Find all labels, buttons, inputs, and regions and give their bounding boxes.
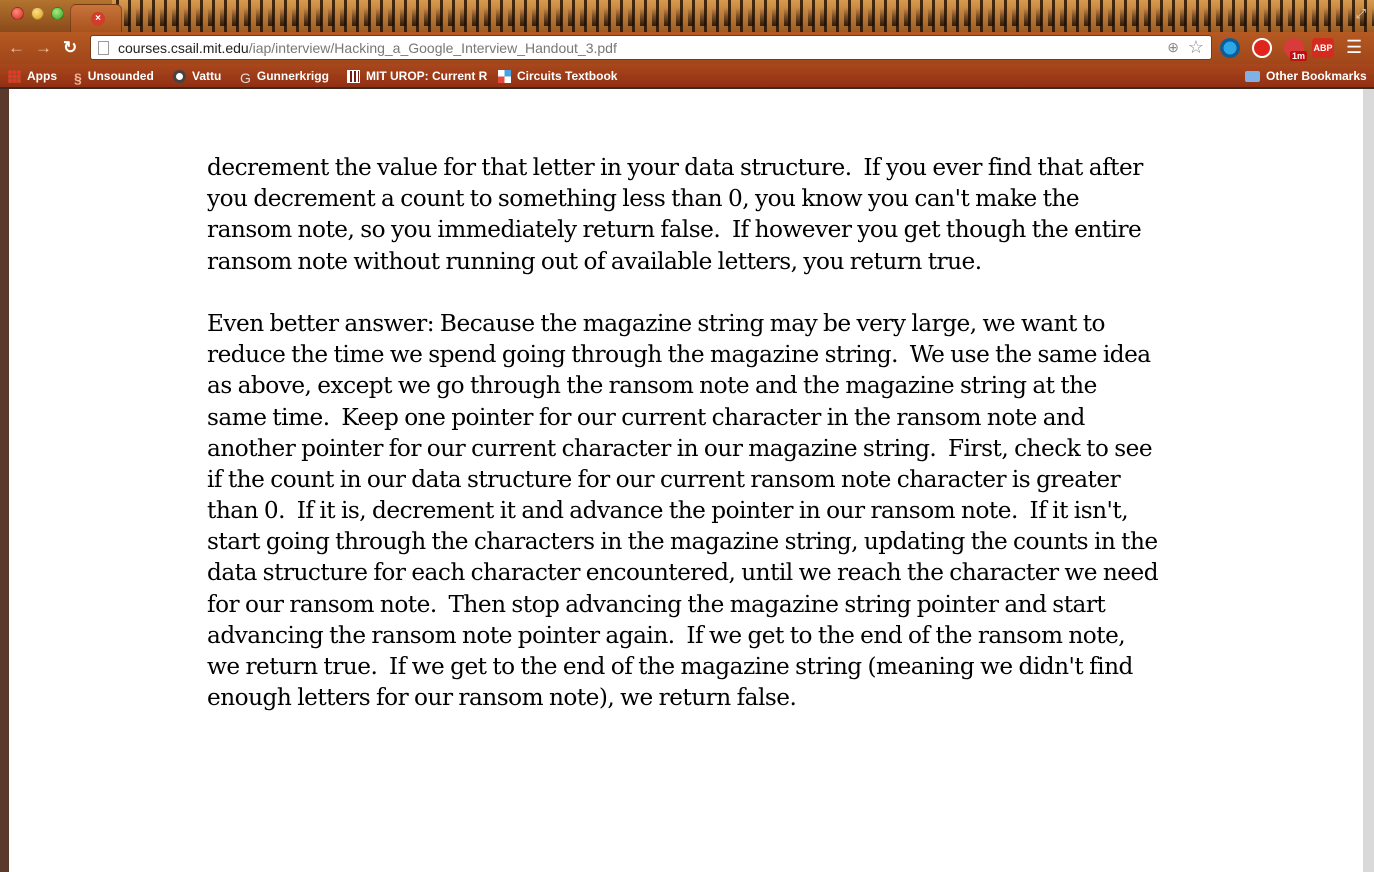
- gunnerkrigg-icon: G: [240, 69, 251, 86]
- text-line: reduce the time we spend going through t…: [207, 341, 1151, 369]
- text-line: if the count in our data structure for o…: [207, 465, 1121, 493]
- window-close-button[interactable]: [11, 7, 24, 20]
- back-arrow-icon[interactable]: ←: [8, 39, 25, 57]
- bookmark-mit-urop[interactable]: MIT UROP: Current R: [347, 68, 487, 84]
- bookmark-unsounded[interactable]: § Unsounded: [74, 68, 154, 86]
- fullscreen-icon[interactable]: ⤢: [1356, 6, 1366, 22]
- paragraph-1: decrement the value for that letter in y…: [207, 152, 1187, 277]
- text-line: than 0. If it is, decrement it and advan…: [207, 497, 1129, 525]
- bookmark-label: Circuits Textbook: [517, 69, 618, 83]
- title-bar: × ⤢: [0, 0, 1374, 32]
- other-bookmarks-label: Other Bookmarks: [1266, 69, 1367, 83]
- mit-icon: [347, 69, 360, 83]
- bookmark-label: Gunnerkrigg: [256, 69, 329, 83]
- text-line: advancing the ransom note pointer again.…: [207, 621, 1126, 649]
- bookmark-vattu[interactable]: Vattu: [173, 68, 221, 84]
- bookmark-label: Vattu: [192, 69, 222, 83]
- text-line: decrement the value for that letter in y…: [207, 154, 1143, 181]
- bookmark-star-icon[interactable]: ☆: [1188, 37, 1204, 58]
- text-line: Even better answer: Because the magazine…: [207, 309, 1106, 337]
- reload-icon[interactable]: ↻: [63, 39, 77, 57]
- browser-tab[interactable]: ×: [70, 4, 122, 32]
- adblock-plus-icon[interactable]: ABP: [1312, 38, 1334, 58]
- text-line: ransom note, so you immediately return f…: [207, 216, 1142, 244]
- url-host: courses.csail.mit.edu: [118, 40, 249, 56]
- extension-blue-icon[interactable]: [1220, 38, 1240, 58]
- paragraph-2: Even better answer: Because the magazine…: [207, 308, 1187, 713]
- document-body: decrement the value for that letter in y…: [207, 152, 1187, 713]
- text-line: as above, except we go through the ranso…: [207, 372, 1097, 400]
- window-minimize-button[interactable]: [31, 7, 44, 20]
- bookmarks-bar: Apps § Unsounded Vattu G Gunnerkrigg MIT…: [0, 64, 1374, 88]
- text-line: same time. Keep one pointer for our curr…: [207, 403, 1085, 431]
- bookmark-label: Unsounded: [87, 69, 154, 83]
- page-icon: [98, 41, 109, 55]
- url-path: /iap/interview/Hacking_a_Google_Intervie…: [248, 40, 617, 56]
- chrome-menu-icon[interactable]: ☰: [1346, 38, 1362, 56]
- bookmark-apps[interactable]: Apps: [8, 68, 57, 84]
- text-line: start going through the characters in th…: [207, 528, 1158, 556]
- apps-grid-icon: [8, 69, 21, 83]
- zoom-icon[interactable]: ⊕: [1167, 39, 1179, 56]
- text-line: another pointer for our current characte…: [207, 434, 1153, 462]
- text-line: ransom note without running out of avail…: [207, 247, 982, 275]
- text-line: enough letters for our ransom note), we …: [207, 684, 797, 712]
- extension-hand-icon[interactable]: [1252, 38, 1272, 58]
- address-bar[interactable]: courses.csail.mit.edu/iap/interview/Hack…: [90, 35, 1212, 60]
- url-text[interactable]: courses.csail.mit.edu/iap/interview/Hack…: [118, 40, 617, 56]
- window-maximize-button[interactable]: [51, 7, 64, 20]
- folder-icon: [1245, 70, 1260, 82]
- vertical-scrollbar[interactable]: [1363, 89, 1374, 872]
- text-line: you decrement a count to something less …: [207, 185, 1080, 213]
- other-bookmarks-folder[interactable]: Other Bookmarks: [1245, 68, 1367, 84]
- bookmark-label: Apps: [27, 69, 57, 83]
- forward-arrow-icon[interactable]: →: [35, 39, 52, 57]
- text-line: we return true. If we get to the end of …: [207, 653, 1133, 680]
- theme-background: [112, 0, 1374, 32]
- bookmark-circuits-textbook[interactable]: Circuits Textbook: [498, 68, 617, 84]
- bookmark-gunnerkrigg[interactable]: G Gunnerkrigg: [240, 68, 329, 86]
- text-line: data structure for each character encoun…: [207, 559, 1159, 587]
- vattu-icon: [173, 69, 186, 83]
- circuits-icon: [498, 69, 511, 83]
- tab-close-icon[interactable]: ×: [91, 12, 105, 26]
- bookmark-label: MIT UROP: Current R: [366, 69, 488, 83]
- unsounded-icon: §: [74, 69, 82, 86]
- extension-badge: 1m: [1290, 51, 1308, 61]
- text-line: for our ransom note. Then stop advancing…: [207, 590, 1106, 618]
